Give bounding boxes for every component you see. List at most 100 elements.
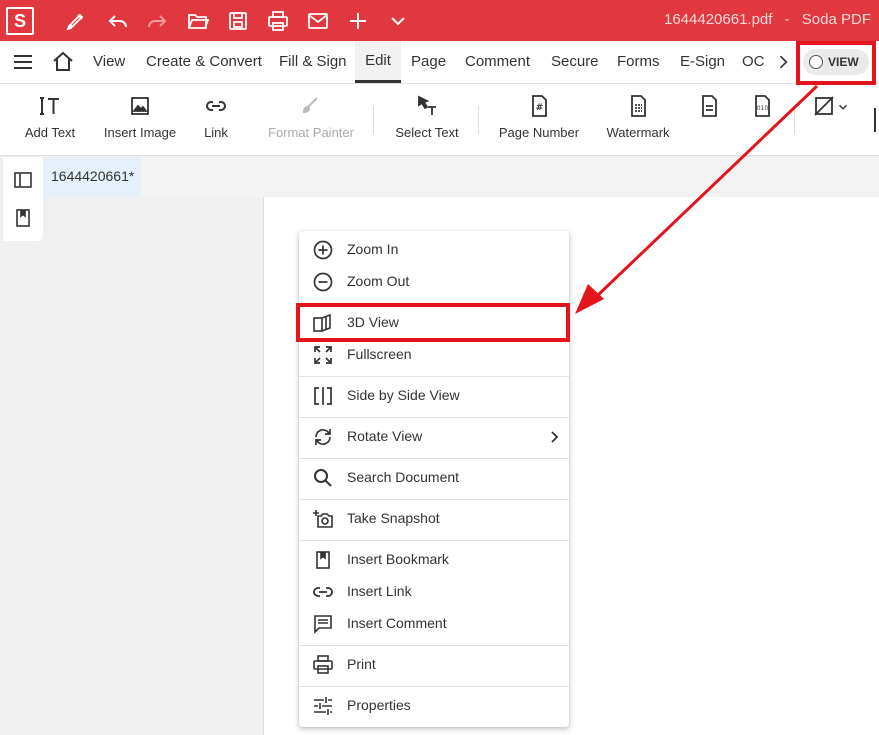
undo-icon[interactable] xyxy=(106,9,130,33)
document-title: 1644420661.pdf xyxy=(664,11,773,28)
menu-secure[interactable]: Secure xyxy=(551,41,599,83)
rotate-icon xyxy=(312,426,334,448)
zoom-out-icon xyxy=(312,271,334,293)
app-name: Soda PDF xyxy=(801,11,871,28)
add-text-label: Add Text xyxy=(24,125,76,140)
header-footer-button[interactable] xyxy=(694,84,724,156)
open-folder-icon[interactable] xyxy=(186,9,210,33)
select-text-button[interactable]: Select Text xyxy=(390,84,464,156)
menu-edit[interactable]: Edit xyxy=(355,41,401,83)
menu-view[interactable]: View xyxy=(93,41,125,83)
menu-item-insert-link[interactable]: Insert Link xyxy=(299,577,569,607)
menu-fill-sign[interactable]: Fill & Sign xyxy=(279,41,347,83)
page-number-icon: # xyxy=(527,94,551,118)
redact-dropdown-button[interactable] xyxy=(808,84,852,156)
add-icon[interactable] xyxy=(346,9,370,33)
pen-icon[interactable] xyxy=(64,9,88,33)
fullscreen-icon xyxy=(312,344,334,366)
document-tab[interactable]: 1644420661* xyxy=(43,157,141,197)
title-bar: S 1644420661.pdf - Soda PDF xyxy=(0,0,879,41)
bookmark-panel-icon[interactable] xyxy=(13,208,33,228)
hamburger-menu-icon[interactable] xyxy=(11,50,35,74)
bates-numbering-icon: 010 xyxy=(750,94,774,118)
page-number-button[interactable]: # Page Number xyxy=(496,84,582,156)
canvas-background xyxy=(0,241,263,735)
ribbon-divider xyxy=(794,106,795,134)
print-icon[interactable] xyxy=(266,9,290,33)
bates-numbering-button[interactable]: 010 xyxy=(747,84,777,156)
ribbon-divider xyxy=(478,106,479,134)
menu-item-rotate-view[interactable]: Rotate View xyxy=(299,422,569,452)
menu-item-zoom-out[interactable]: Zoom Out xyxy=(299,267,569,297)
menu-bar: View Create & Convert Fill & Sign Edit P… xyxy=(0,41,879,84)
format-painter-button[interactable]: Format Painter xyxy=(264,84,358,156)
properties-icon xyxy=(312,695,334,717)
panel-toggle-icon[interactable] xyxy=(13,170,33,190)
menu-item-fullscreen[interactable]: Fullscreen xyxy=(299,340,569,370)
menu-comment[interactable]: Comment xyxy=(465,41,530,83)
print-icon xyxy=(312,654,334,676)
menu-divider xyxy=(299,686,569,687)
header-footer-icon xyxy=(697,94,721,118)
view-toggle-highlight xyxy=(796,41,876,85)
canvas-background xyxy=(43,197,263,241)
svg-text:010: 010 xyxy=(757,105,769,112)
insert-image-button[interactable]: Insert Image xyxy=(99,84,181,156)
menu-item-side-by-side[interactable]: Side by Side View xyxy=(299,381,569,411)
menu-page[interactable]: Page xyxy=(411,41,446,83)
menu-item-insert-bookmark[interactable]: Insert Bookmark xyxy=(299,545,569,575)
menu-item-search-document[interactable]: Search Document xyxy=(299,463,569,493)
menu-divider xyxy=(299,376,569,377)
menu-item-zoom-in[interactable]: Zoom In xyxy=(299,235,569,265)
link-button[interactable]: Link xyxy=(197,84,235,156)
save-icon[interactable] xyxy=(226,9,250,33)
comment-icon xyxy=(312,613,334,635)
ribbon-divider xyxy=(373,106,374,134)
watermark-button[interactable]: Watermark xyxy=(601,84,675,156)
insert-image-label: Insert Image xyxy=(103,125,177,140)
menu-item-label: Insert Link xyxy=(347,583,412,599)
menu-item-take-snapshot[interactable]: Take Snapshot xyxy=(299,504,569,534)
page-number-label: Page Number xyxy=(498,125,580,140)
menu-divider xyxy=(299,645,569,646)
link-icon xyxy=(312,581,334,603)
menu-divider xyxy=(299,540,569,541)
redo-icon[interactable] xyxy=(145,9,169,33)
title-separator: - xyxy=(784,11,790,28)
soda-logo[interactable]: S xyxy=(6,7,34,35)
chevron-down-icon xyxy=(836,100,850,114)
menu-forms[interactable]: Forms xyxy=(617,41,660,83)
ribbon-overflow-edge xyxy=(874,108,876,132)
menu-item-properties[interactable]: Properties xyxy=(299,691,569,721)
image-icon xyxy=(128,94,152,118)
menu-item-print[interactable]: Print xyxy=(299,650,569,680)
menu-item-label: Search Document xyxy=(347,469,460,485)
chevron-right-icon xyxy=(547,428,561,446)
menu-item-label: Rotate View xyxy=(347,428,423,444)
format-painter-label: Format Painter xyxy=(268,125,354,140)
mail-icon[interactable] xyxy=(306,9,330,33)
add-text-button[interactable]: Add Text xyxy=(18,84,82,156)
menu-ocr[interactable]: OC xyxy=(742,41,765,83)
link-label: Link xyxy=(204,125,228,140)
menu-item-label: Zoom Out xyxy=(347,273,410,289)
menu-item-label: Properties xyxy=(347,697,411,713)
3d-view-highlight xyxy=(296,303,570,342)
camera-icon xyxy=(312,508,334,530)
chevron-down-icon[interactable] xyxy=(386,9,410,33)
side-by-side-icon xyxy=(312,385,334,407)
menu-create-convert[interactable]: Create & Convert xyxy=(146,41,262,83)
home-icon[interactable] xyxy=(51,50,75,74)
chevron-right-icon[interactable] xyxy=(773,51,793,73)
menu-esign[interactable]: E-Sign xyxy=(680,41,725,83)
menu-item-label: Zoom In xyxy=(347,241,399,257)
no-edit-icon xyxy=(812,94,836,118)
menu-item-label: Insert Bookmark xyxy=(347,551,449,567)
watermark-label: Watermark xyxy=(606,125,670,140)
window-title: 1644420661.pdf - Soda PDF xyxy=(664,11,879,28)
format-painter-icon xyxy=(299,94,323,118)
edit-ribbon: Add Text Insert Image Link Format Painte… xyxy=(0,84,879,156)
menu-divider xyxy=(299,458,569,459)
svg-text:#: # xyxy=(536,103,544,113)
menu-item-insert-comment[interactable]: Insert Comment xyxy=(299,609,569,639)
